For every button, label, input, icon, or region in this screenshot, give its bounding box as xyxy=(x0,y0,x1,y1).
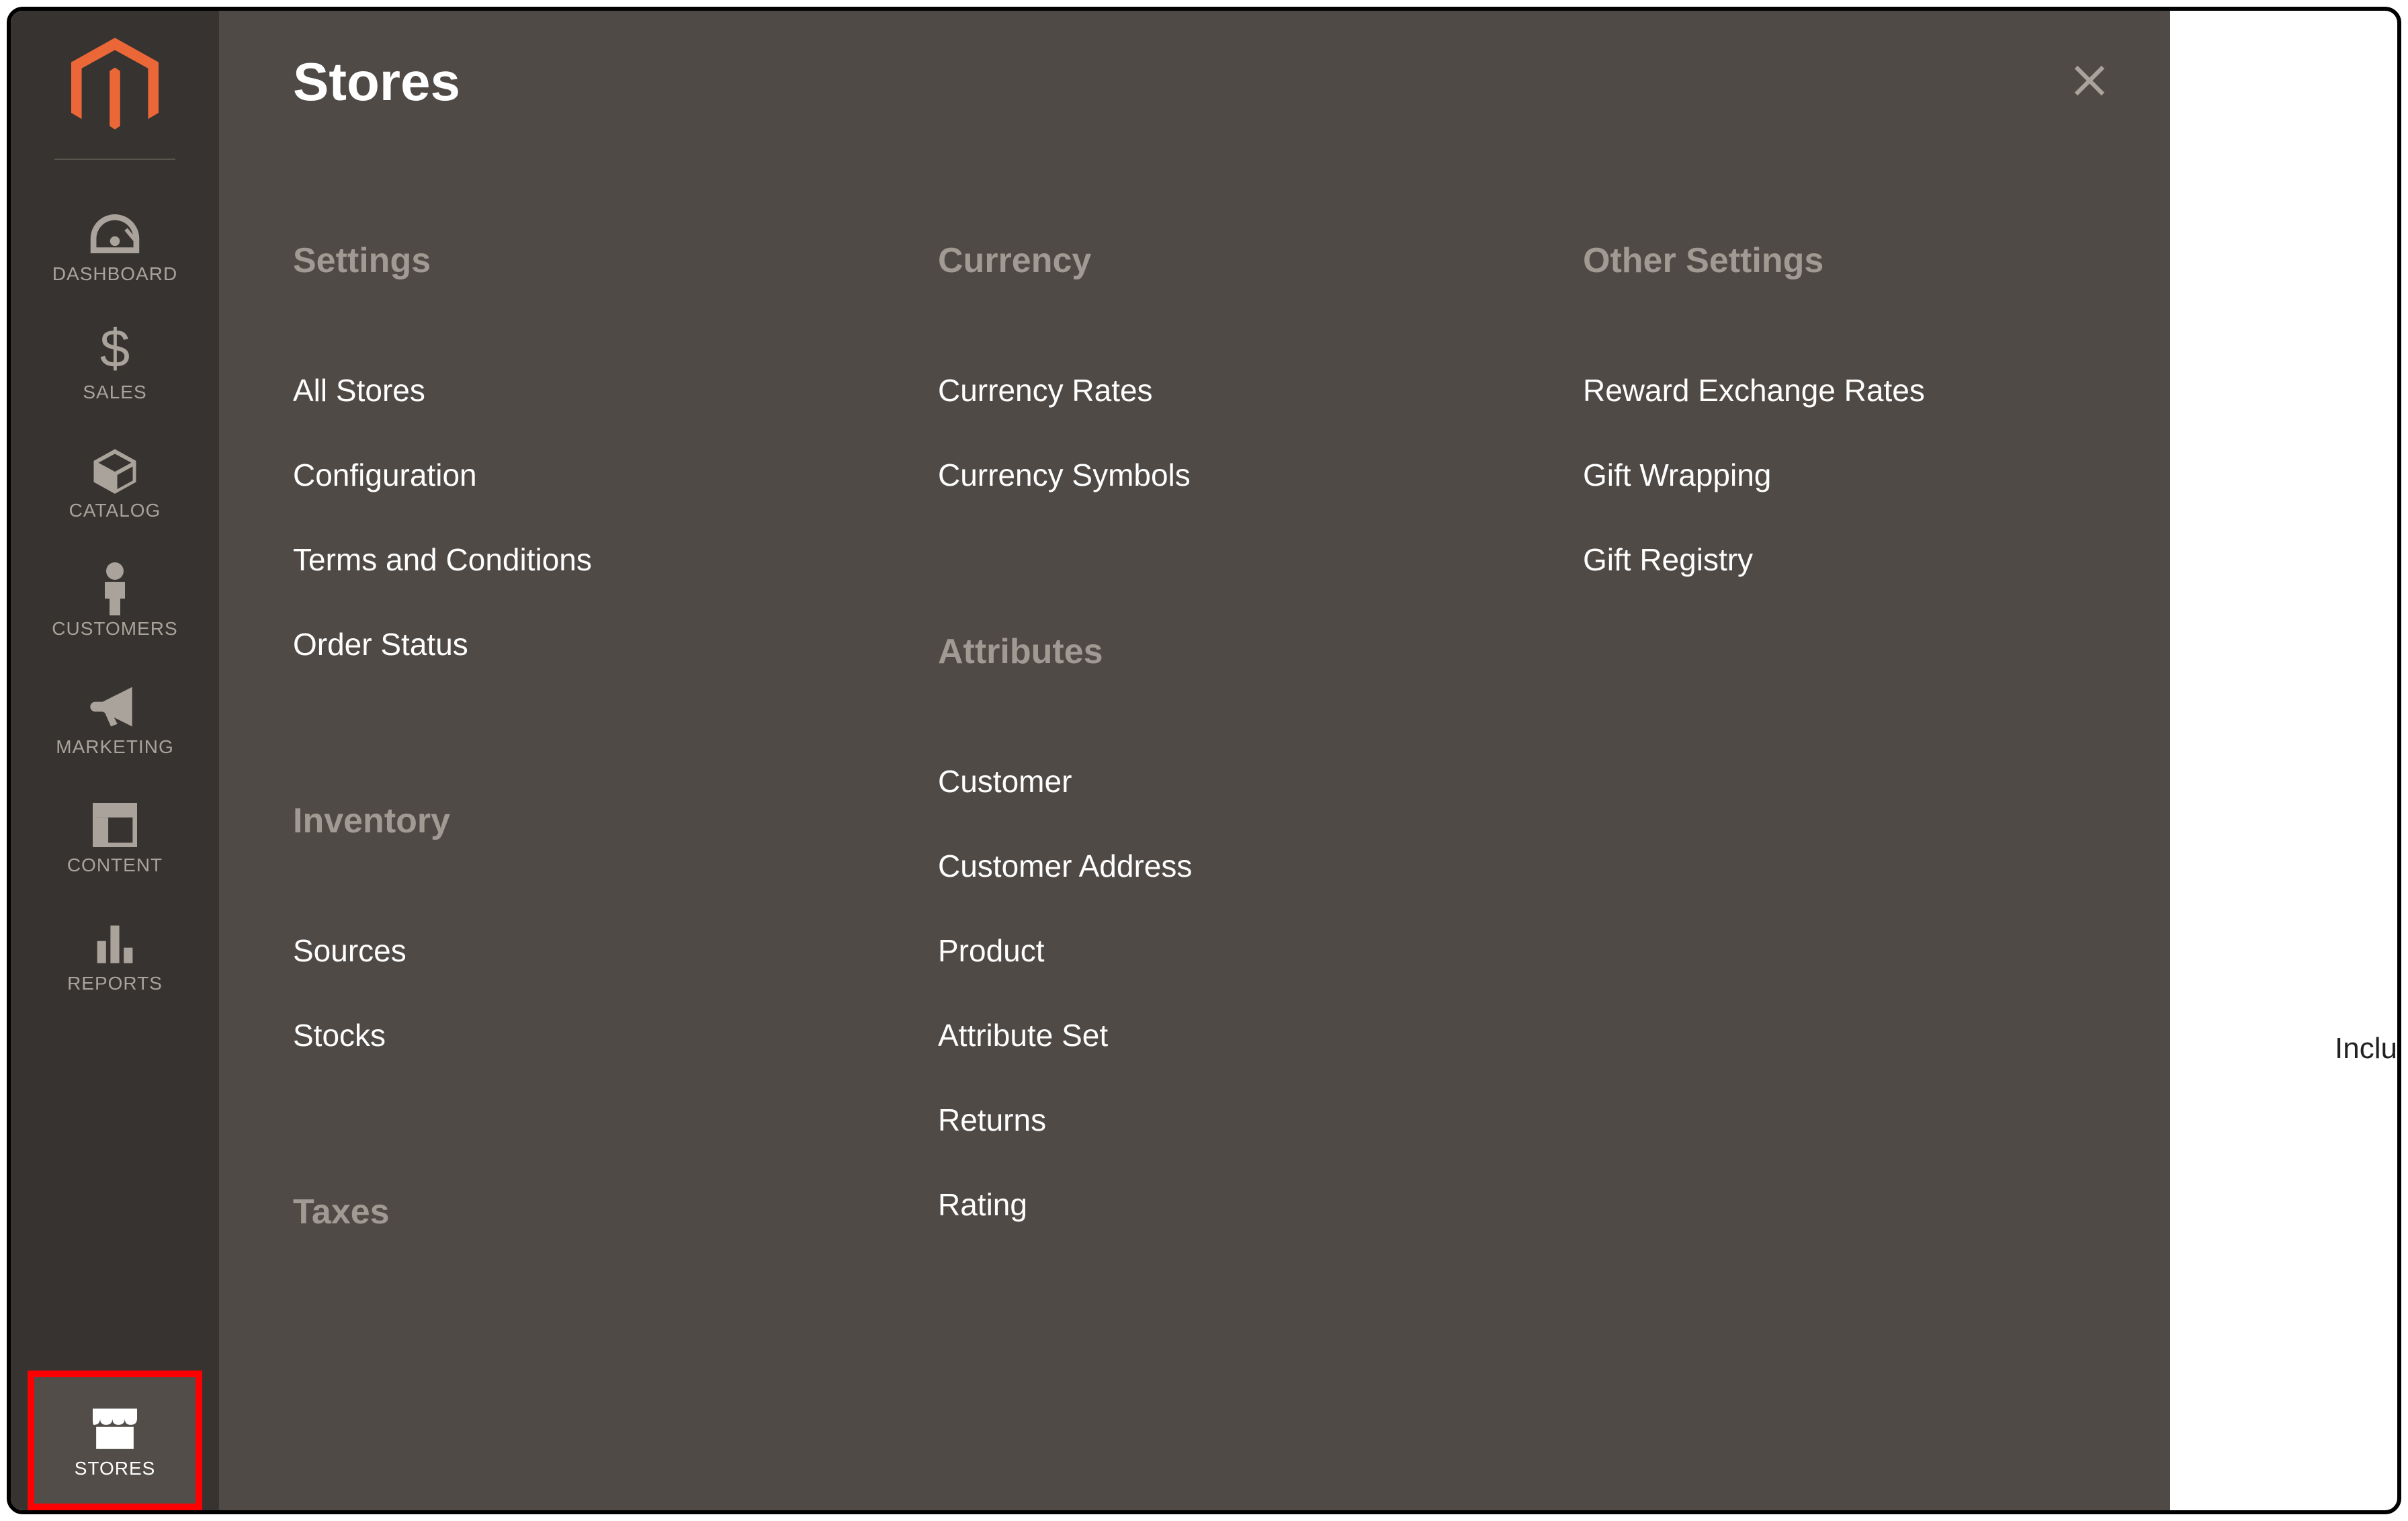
panel-header: Stores xyxy=(293,51,2116,113)
group-heading: Taxes xyxy=(293,1192,938,1232)
dashboard-icon xyxy=(90,207,140,261)
magento-logo-icon xyxy=(71,38,159,138)
nav-marketing[interactable]: MARKETING xyxy=(11,660,219,778)
link-sources[interactable]: Sources xyxy=(293,908,938,993)
panel-columns: Settings All Stores Configuration Terms … xyxy=(293,241,2116,1361)
app-frame: DASHBOARD $ SALES CATALOG CUSTOMERS MARK… xyxy=(7,7,2401,1514)
nav-reports[interactable]: REPORTS xyxy=(11,896,219,1014)
link-configuration[interactable]: Configuration xyxy=(293,433,938,517)
group-heading: Other Settings xyxy=(1583,241,2228,281)
layout-icon xyxy=(93,798,137,852)
link-attr-set[interactable]: Attribute Set xyxy=(938,993,1583,1078)
group-heading: Inventory xyxy=(293,801,938,841)
link-all-stores[interactable]: All Stores xyxy=(293,348,938,433)
nav-label: STORES xyxy=(75,1458,156,1479)
group-heading: Currency xyxy=(938,241,1583,281)
link-terms-conditions[interactable]: Terms and Conditions xyxy=(293,517,938,602)
nav-customers[interactable]: CUSTOMERS xyxy=(11,541,219,660)
group-heading: Settings xyxy=(293,241,938,281)
group-heading: Attributes xyxy=(938,632,1583,672)
admin-sidebar: DASHBOARD $ SALES CATALOG CUSTOMERS MARK… xyxy=(11,11,219,1510)
nav-label: MARKETING xyxy=(56,736,173,758)
group-taxes: Taxes xyxy=(293,1192,938,1232)
link-order-status[interactable]: Order Status xyxy=(293,602,938,687)
bar-chart-icon xyxy=(93,916,137,970)
box-icon xyxy=(91,443,138,497)
nav-label: DASHBOARD xyxy=(52,263,177,285)
sidebar-divider xyxy=(54,159,175,160)
group-other-settings: Other Settings Reward Exchange Rates Gif… xyxy=(1583,241,2228,602)
nav-label: CATALOG xyxy=(69,500,161,521)
nav-dashboard[interactable]: DASHBOARD xyxy=(11,187,219,305)
nav-stores[interactable]: STORES xyxy=(28,1371,202,1510)
panel-column-2: Currency Currency Rates Currency Symbols… xyxy=(938,241,1583,1361)
nav-sales[interactable]: $ SALES xyxy=(11,305,219,423)
link-attr-customer-address[interactable]: Customer Address xyxy=(938,824,1583,908)
link-currency-symbols[interactable]: Currency Symbols xyxy=(938,433,1583,517)
magento-logo[interactable] xyxy=(71,38,159,138)
link-attr-rating[interactable]: Rating xyxy=(938,1162,1583,1247)
group-currency: Currency Currency Rates Currency Symbols xyxy=(938,241,1583,517)
nav-content[interactable]: CONTENT xyxy=(11,778,219,896)
close-icon xyxy=(2069,60,2110,101)
panel-title: Stores xyxy=(293,51,460,113)
panel-column-1: Settings All Stores Configuration Terms … xyxy=(293,241,938,1361)
person-icon xyxy=(98,562,132,615)
link-attr-customer[interactable]: Customer xyxy=(938,739,1583,824)
link-attr-returns[interactable]: Returns xyxy=(938,1078,1583,1162)
megaphone-icon xyxy=(90,680,140,734)
nav-label: SALES xyxy=(83,382,146,403)
group-inventory: Inventory Sources Stocks xyxy=(293,801,938,1078)
link-attr-product[interactable]: Product xyxy=(938,908,1583,993)
store-icon xyxy=(90,1401,140,1455)
nav-label: CUSTOMERS xyxy=(52,618,177,640)
link-currency-rates[interactable]: Currency Rates xyxy=(938,348,1583,433)
panel-column-3: Other Settings Reward Exchange Rates Gif… xyxy=(1583,241,2228,1361)
link-stocks[interactable]: Stocks xyxy=(293,993,938,1078)
link-gift-registry[interactable]: Gift Registry xyxy=(1583,517,2228,602)
nav-label: REPORTS xyxy=(67,973,163,994)
close-button[interactable] xyxy=(2063,54,2116,111)
group-attributes: Attributes Customer Customer Address Pro… xyxy=(938,632,1583,1247)
nav-catalog[interactable]: CATALOG xyxy=(11,423,219,541)
group-settings: Settings All Stores Configuration Terms … xyxy=(293,241,938,687)
background-page-text: Inclu xyxy=(2335,1032,2397,1066)
link-gift-wrapping[interactable]: Gift Wrapping xyxy=(1583,433,2228,517)
dollar-icon: $ xyxy=(98,325,132,379)
nav-label: CONTENT xyxy=(67,855,163,876)
link-reward-rates[interactable]: Reward Exchange Rates xyxy=(1583,348,2228,433)
svg-text:$: $ xyxy=(100,325,130,378)
stores-flyout-panel: Stores Settings All Stores Configuration… xyxy=(219,11,2170,1510)
